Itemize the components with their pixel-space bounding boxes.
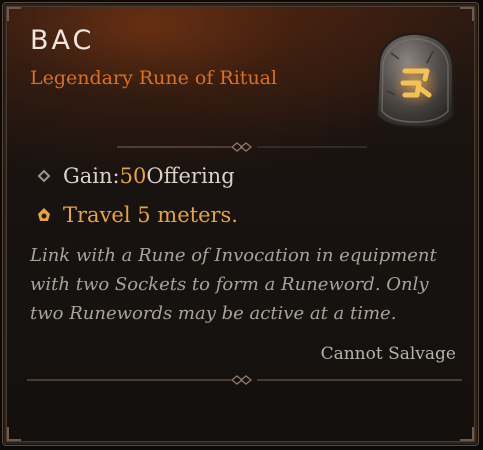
frame-corner <box>460 7 474 21</box>
stat-gain: Gain: 50 Offering <box>35 164 235 188</box>
ritual-flame-icon <box>38 208 50 221</box>
item-type: Legendary Rune of Ritual <box>30 67 278 89</box>
item-tooltip: BAC Legendary Rune of Ritual Gain: 50 Of… <box>2 2 479 446</box>
gain-prefix: Gain: <box>63 164 120 188</box>
item-name: BAC <box>30 25 95 56</box>
section-divider <box>117 142 367 152</box>
salvage-status: Cannot Salvage <box>320 344 456 364</box>
gain-suffix: Offering <box>146 164 235 188</box>
stat-travel: Travel 5 meters. <box>35 203 238 227</box>
section-divider <box>27 375 462 385</box>
item-description: Link with a Rune of Invocation in equipm… <box>30 245 437 324</box>
gain-value: 50 <box>119 164 147 188</box>
rune-bac-icon <box>375 32 454 129</box>
frame-corner <box>460 427 474 441</box>
frame-corner <box>7 427 21 441</box>
frame-corner <box>7 7 21 21</box>
diamond-bullet-icon <box>37 169 51 183</box>
travel-text: Travel 5 meters. <box>63 203 238 227</box>
